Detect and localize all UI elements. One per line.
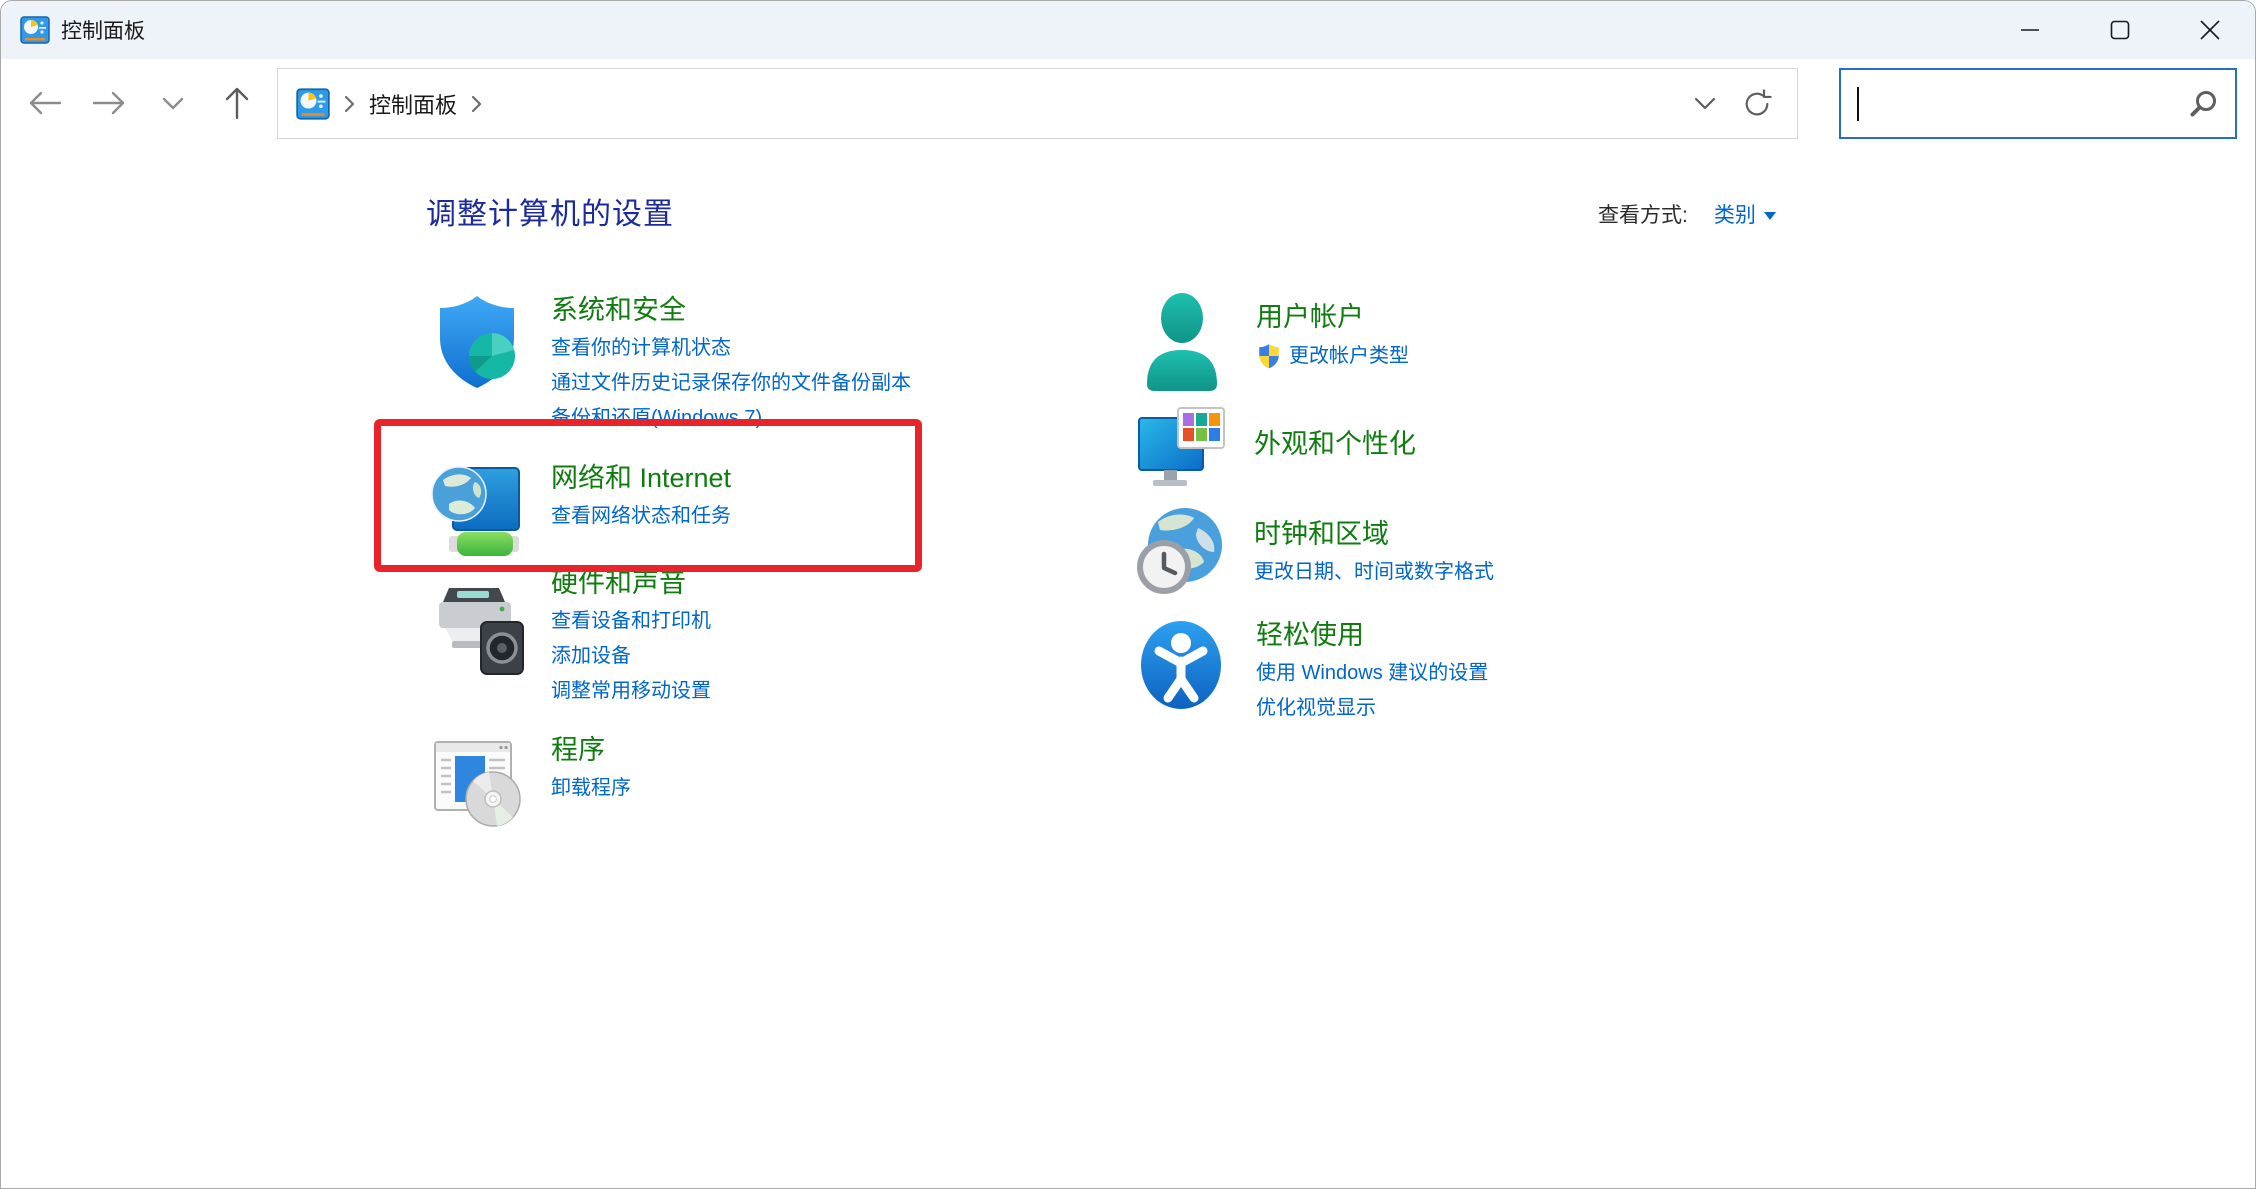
titlebar: 控制面板 [1,1,2255,59]
maximize-icon [2109,19,2131,41]
uac-shield-icon [1256,343,1282,369]
search-input[interactable] [1859,84,2189,124]
arrow-left-icon [26,90,64,116]
link-suggested-settings[interactable]: 使用 Windows 建议的设置 [1256,661,1488,685]
recent-locations-button[interactable] [145,67,201,139]
link-add-device[interactable]: 添加设备 [551,644,711,668]
category-user-accounts: 用户帐户 更改帐户类型 [1138,289,1409,398]
appearance-personalization-icon[interactable] [1136,406,1226,492]
link-change-account-type[interactable]: 更改帐户类型 [1289,344,1409,368]
up-button[interactable] [209,67,265,139]
search-icon[interactable] [2189,89,2219,119]
link-adjust-mobility-settings[interactable]: 调整常用移动设置 [551,679,711,703]
programs-disc-icon[interactable] [431,738,526,830]
hardware-sound-icon[interactable] [431,584,526,680]
minimize-button[interactable] [1985,1,2075,59]
search-box[interactable] [1839,68,2237,139]
window-controls [1985,1,2255,59]
address-dropdown-button[interactable] [1679,74,1731,134]
content-area: 调整计算机的设置 查看方式: 类别 系统和安全 [1,151,2255,1189]
view-by-value[interactable]: 类别 [1714,199,1756,229]
category-appearance-personalization: 外观和个性化 [1136,406,1416,497]
link-backup-restore-win7[interactable]: 备份和还原(Windows 7) [551,406,911,430]
caret-down-icon[interactable] [1764,212,1776,220]
category-title[interactable]: 时钟和区域 [1254,518,1494,551]
control-panel-icon [20,15,50,45]
link-file-history-backup[interactable]: 通过文件历史记录保存你的文件备份副本 [551,371,911,395]
category-title[interactable]: 网络和 Internet [551,462,731,495]
clock-region-icon[interactable] [1136,506,1226,596]
back-button[interactable] [17,67,73,139]
view-by-control: 查看方式: 类别 [1598,199,1776,229]
category-title[interactable]: 程序 [551,734,631,767]
close-button[interactable] [2165,1,2255,59]
chevron-down-icon [1693,96,1717,111]
arrow-up-icon [223,85,251,121]
page-title: 调整计算机的设置 [426,189,674,233]
ease-of-access-icon[interactable] [1139,619,1223,711]
user-accounts-icon[interactable] [1138,289,1226,393]
network-internet-icon[interactable] [431,456,523,562]
breadcrumb-chevron-icon[interactable] [344,95,355,113]
category-ease-of-access: 轻松使用 使用 Windows 建议的设置 优化视觉显示 [1139,617,1488,731]
arrow-right-icon [90,90,128,116]
category-title[interactable]: 外观和个性化 [1254,428,1416,461]
nav-buttons [17,67,265,139]
category-title[interactable]: 硬件和声音 [551,567,711,600]
control-panel-icon [296,87,330,121]
minimize-icon [2019,19,2041,41]
address-bar[interactable]: 控制面板 [277,68,1798,139]
category-title[interactable]: 系统和安全 [551,294,911,327]
link-view-computer-status[interactable]: 查看你的计算机状态 [551,336,911,360]
link-optimize-visual-display[interactable]: 优化视觉显示 [1256,696,1488,720]
maximize-button[interactable] [2075,1,2165,59]
refresh-icon [1742,89,1772,119]
category-system-security: 系统和安全 查看你的计算机状态 通过文件历史记录保存你的文件备份副本 备份和还原… [431,291,911,441]
category-clock-region: 时钟和区域 更改日期、时间或数字格式 [1136,506,1494,601]
link-view-devices-printers[interactable]: 查看设备和打印机 [551,609,711,633]
navigation-bar: 控制面板 [1,59,2255,151]
forward-button[interactable] [81,67,137,139]
link-view-network-status[interactable]: 查看网络状态和任务 [551,504,731,528]
chevron-down-icon [161,96,185,111]
refresh-button[interactable] [1731,74,1783,134]
security-shield-icon[interactable] [431,293,523,393]
category-hardware-sound: 硬件和声音 查看设备和打印机 添加设备 调整常用移动设置 [431,567,711,714]
close-icon [2199,19,2221,41]
category-programs: 程序 卸载程序 [431,734,631,835]
control-panel-window: 控制面板 [0,0,2256,1189]
link-change-date-time-formats[interactable]: 更改日期、时间或数字格式 [1254,560,1494,584]
breadcrumb-chevron-icon[interactable] [471,95,482,113]
breadcrumb-control-panel[interactable]: 控制面板 [369,88,457,120]
window-title: 控制面板 [61,15,145,45]
link-uninstall-program[interactable]: 卸载程序 [551,776,631,800]
category-title[interactable]: 用户帐户 [1256,301,1409,334]
view-by-label: 查看方式: [1598,199,1688,229]
category-network-internet: 网络和 Internet 查看网络状态和任务 [431,456,731,567]
category-title[interactable]: 轻松使用 [1256,619,1488,652]
